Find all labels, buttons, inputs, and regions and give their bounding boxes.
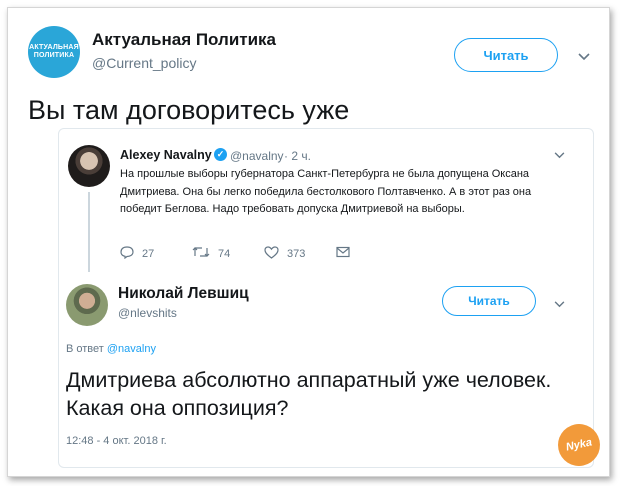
current-policy-avatar[interactable]: АКТУАЛЬНАЯ ПОЛИТИКА: [28, 26, 80, 78]
reply-author-name[interactable]: Николай Левшиц: [118, 285, 249, 303]
heart-icon: [264, 246, 279, 262]
quoted-tweet-time[interactable]: · 2 ч.: [284, 149, 311, 163]
levshits-avatar[interactable]: [66, 284, 108, 326]
quoted-author-name[interactable]: Alexey Navalny: [120, 148, 212, 162]
chevron-down-icon[interactable]: [577, 50, 591, 64]
thread-connector-line: [88, 192, 90, 272]
reply-icon: [120, 246, 134, 262]
verified-badge-icon: ✓: [214, 148, 227, 161]
reply-action[interactable]: 27: [120, 246, 154, 262]
reply-timestamp[interactable]: 12:48 - 4 окт. 2018 г.: [66, 435, 167, 447]
chevron-down-icon[interactable]: [552, 297, 566, 311]
chevron-down-icon[interactable]: [552, 148, 566, 162]
reply-tweet-text: Дмитриева абсолютно аппаратный уже челов…: [66, 368, 552, 420]
quoted-tweet-text: На прошлые выборы губернатора Санкт-Пете…: [120, 168, 532, 215]
avatar-text-line2: ПОЛИТИКА: [33, 52, 75, 59]
like-count: 373: [287, 248, 306, 260]
retweet-count: 74: [218, 247, 231, 260]
follow-button-reply[interactable]: Читать: [442, 286, 536, 316]
main-author-handle[interactable]: @Current_policy: [92, 55, 196, 71]
reply-prefix: В ответ: [66, 343, 104, 355]
avatar-text-line1: АКТУАЛЬНАЯ: [29, 44, 79, 51]
retweet-action[interactable]: 74: [192, 246, 230, 261]
quoted-author-handle[interactable]: @navalny: [230, 149, 284, 163]
reply-to-handle-link[interactable]: @navalny: [107, 343, 156, 355]
main-tweet-text: Вы там договоритесь уже: [28, 95, 350, 125]
like-action[interactable]: 373: [264, 246, 305, 262]
retweet-icon: [192, 246, 210, 261]
main-author-name[interactable]: Актуальная Политика: [92, 30, 276, 50]
navalny-avatar[interactable]: [68, 145, 110, 187]
reply-author-handle[interactable]: @nlevshits: [118, 306, 177, 320]
dm-action[interactable]: [336, 246, 358, 261]
follow-button-main[interactable]: Читать: [454, 38, 558, 72]
reply-context: В ответ @navalny: [66, 343, 156, 355]
reply-count: 27: [142, 248, 155, 260]
envelope-icon: [336, 246, 350, 261]
